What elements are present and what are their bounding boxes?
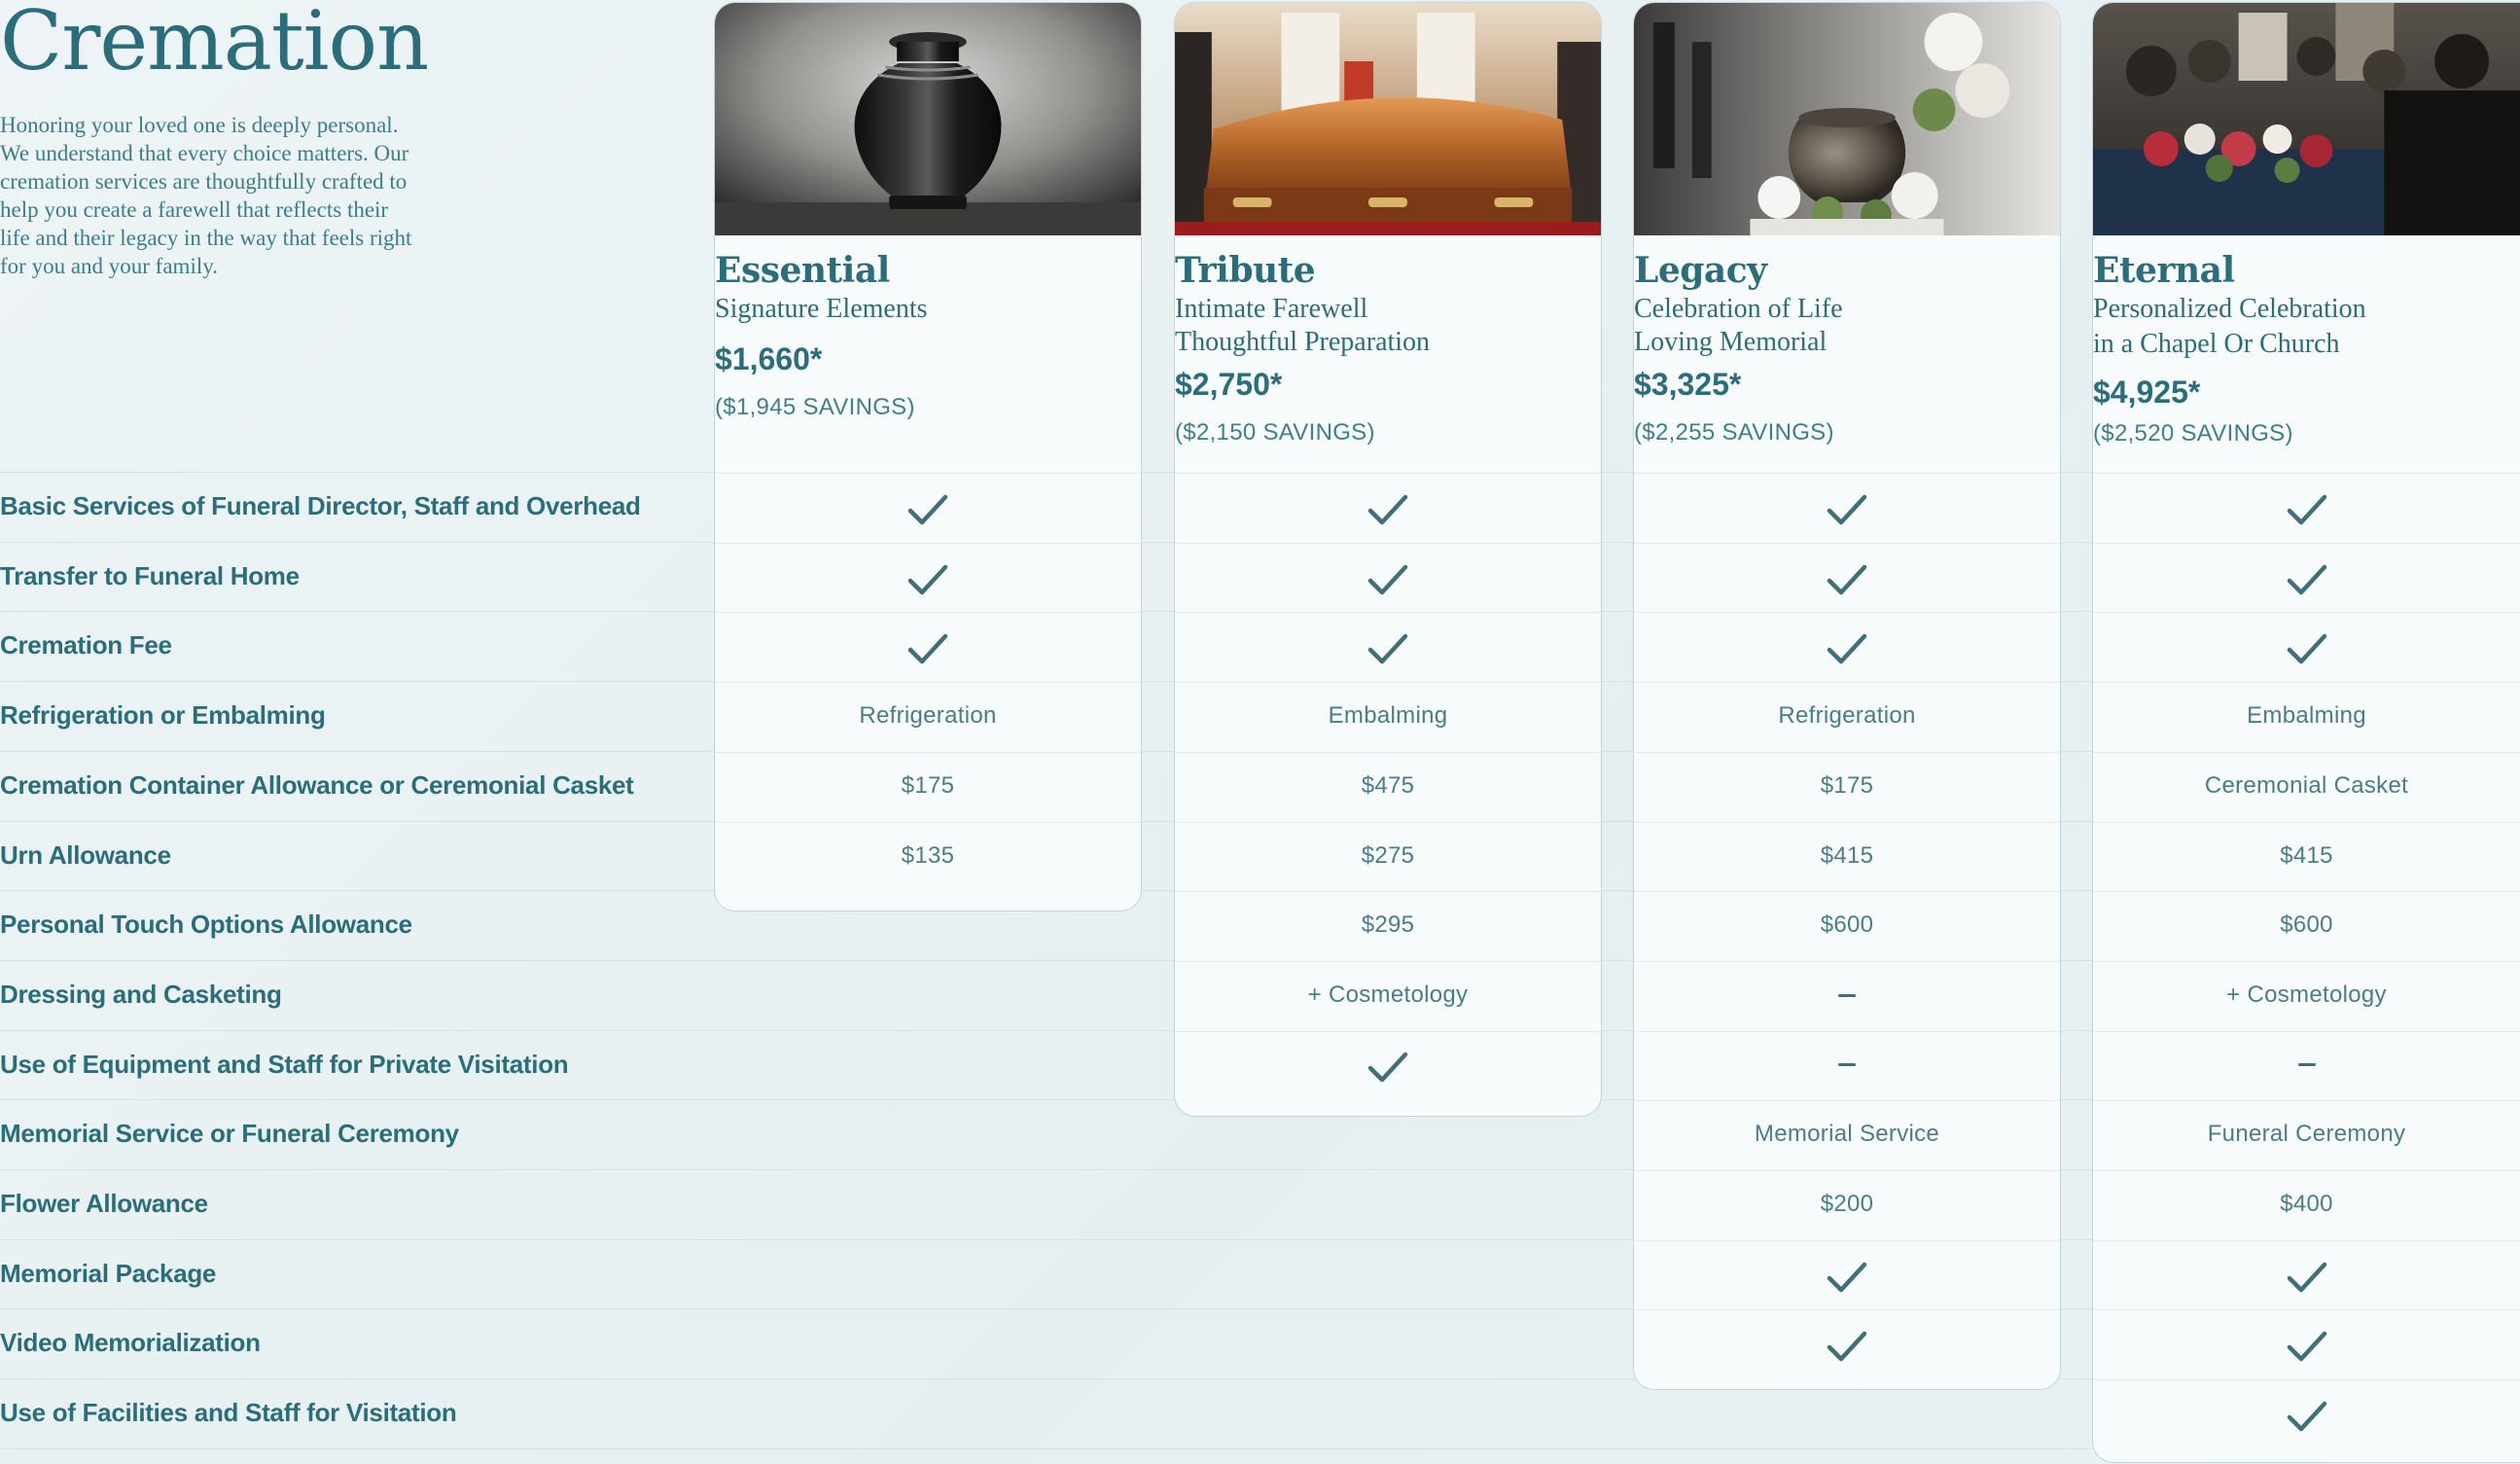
urn-with-flowers-photo bbox=[1634, 3, 2060, 235]
package-savings: ($1,945 SAVINGS) bbox=[715, 394, 915, 420]
cell-value: $600 bbox=[2280, 911, 2333, 939]
cell-value: $400 bbox=[2280, 1191, 2333, 1217]
feature-row-label: Memorial Service or Funeral Ceremony bbox=[0, 1119, 459, 1149]
package-price: $3,325* bbox=[1634, 367, 1742, 402]
feature-row-label: Cremation Fee bbox=[0, 630, 172, 661]
feature-row-label: Cremation Container Allowance or Ceremon… bbox=[0, 769, 634, 800]
cell-value: $175 bbox=[1820, 771, 1874, 799]
cell-value: $135 bbox=[901, 841, 955, 869]
check-icon bbox=[715, 543, 1141, 613]
feature-row-label: Basic Services of Funeral Director, Staf… bbox=[0, 491, 641, 520]
package-subtitle-line-1: Signature Elements bbox=[715, 294, 928, 324]
cell-value: + Cosmetology bbox=[1307, 981, 1469, 1008]
dash-icon bbox=[1634, 1031, 2060, 1101]
package-savings: ($2,520 SAVINGS) bbox=[2093, 420, 2293, 446]
feature-row-label: Transfer to Funeral Home bbox=[0, 560, 300, 590]
cell-value: Refrigeration bbox=[1778, 702, 1916, 730]
dash-icon bbox=[1634, 961, 2060, 1031]
intro-text: Honoring your loved one is deeply person… bbox=[0, 113, 412, 278]
check-icon bbox=[715, 473, 1141, 543]
check-icon bbox=[2093, 1240, 2520, 1310]
dash-icon bbox=[2093, 1031, 2520, 1101]
feature-row-label: Personal Touch Options Allowance bbox=[0, 910, 412, 940]
check-icon bbox=[2093, 1309, 2520, 1379]
package-name: Eternal bbox=[2093, 250, 2235, 291]
cell-value: $200 bbox=[1820, 1191, 1874, 1217]
check-icon bbox=[715, 612, 1141, 682]
cell-value: $475 bbox=[1361, 771, 1415, 799]
wooden-casket-photo bbox=[1175, 3, 1601, 235]
package-savings: ($2,150 SAVINGS) bbox=[1175, 419, 1375, 446]
pricing-page: Cremation Honoring your loved one is dee… bbox=[0, 0, 2520, 1464]
package-subtitle-line-1: Intimate Farewell bbox=[1175, 294, 1368, 324]
cell-value: $600 bbox=[1820, 911, 1874, 939]
package-price: $1,660* bbox=[715, 341, 823, 376]
package-subtitle-line-2: Loving Memorial bbox=[1634, 327, 1828, 357]
cell-value: Funeral Ceremony bbox=[2207, 1121, 2406, 1148]
feature-row-label: Use of Facilities and Staff for Visitati… bbox=[0, 1398, 457, 1428]
package-price: $2,750* bbox=[1175, 367, 1283, 402]
cell-value: $295 bbox=[1361, 911, 1415, 939]
check-icon bbox=[2093, 473, 2520, 543]
check-icon bbox=[1175, 1031, 1601, 1101]
black-urn-photo bbox=[715, 3, 1141, 235]
check-icon bbox=[1634, 473, 2060, 543]
package-savings: ($2,255 SAVINGS) bbox=[1634, 419, 1834, 446]
feature-row-label: Urn Allowance bbox=[0, 839, 171, 870]
package-subtitle-line-2: in a Chapel Or Church bbox=[2093, 329, 2340, 359]
cell-value: Embalming bbox=[1328, 702, 1448, 730]
cell-value: + Cosmetology bbox=[2226, 981, 2387, 1008]
check-icon bbox=[2093, 612, 2520, 682]
package-card-essential[interactable]: Essential Signature Elements $1,660* ($1… bbox=[714, 2, 1142, 911]
cell-value: Embalming bbox=[2247, 702, 2366, 730]
cell-value: $415 bbox=[2280, 841, 2333, 869]
package-name: Legacy bbox=[1634, 250, 1767, 291]
page-title: Cremation bbox=[0, 0, 429, 89]
check-icon bbox=[1634, 543, 2060, 613]
chapel-ceremony-photo bbox=[2093, 3, 2520, 235]
feature-row-label: Refrigeration or Embalming bbox=[0, 700, 326, 731]
check-icon bbox=[1175, 543, 1601, 613]
package-subtitle-line-1: Personalized Celebration bbox=[2093, 294, 2366, 324]
package-price: $4,925* bbox=[2093, 375, 2201, 410]
check-icon bbox=[1634, 612, 2060, 682]
feature-row-label: Dressing and Casketing bbox=[0, 979, 282, 1009]
check-icon bbox=[1634, 1240, 2060, 1310]
cell-value: Memorial Service bbox=[1754, 1121, 1940, 1148]
cell-value: Ceremonial Casket bbox=[2204, 771, 2409, 799]
check-icon bbox=[2093, 1379, 2520, 1449]
package-subtitle-line-2: Thoughtful Preparation bbox=[1175, 327, 1431, 357]
package-card-legacy[interactable]: Legacy Celebration of Life Loving Memori… bbox=[1633, 2, 2061, 1390]
cell-value: Refrigeration bbox=[859, 702, 997, 730]
cell-value: $275 bbox=[1361, 841, 1415, 869]
check-icon bbox=[2093, 543, 2520, 613]
check-icon bbox=[1634, 1309, 2060, 1379]
package-card-eternal[interactable]: Eternal Personalized Celebration in a Ch… bbox=[2092, 2, 2520, 1463]
package-subtitle-line-1: Celebration of Life bbox=[1634, 294, 1843, 324]
cell-value: $415 bbox=[1820, 841, 1874, 869]
cell-value: $175 bbox=[901, 771, 955, 799]
check-icon bbox=[1175, 612, 1601, 682]
package-card-tribute[interactable]: Tribute Intimate Farewell Thoughtful Pre… bbox=[1174, 2, 1602, 1117]
package-name: Essential bbox=[715, 250, 890, 291]
check-icon bbox=[1175, 473, 1601, 543]
feature-row-label: Use of Equipment and Staff for Private V… bbox=[0, 1049, 569, 1079]
feature-row-label: Video Memorialization bbox=[0, 1328, 261, 1358]
feature-row-label: Memorial Package bbox=[0, 1258, 217, 1288]
feature-row-label: Flower Allowance bbox=[0, 1189, 208, 1218]
package-name: Tribute bbox=[1175, 250, 1316, 291]
